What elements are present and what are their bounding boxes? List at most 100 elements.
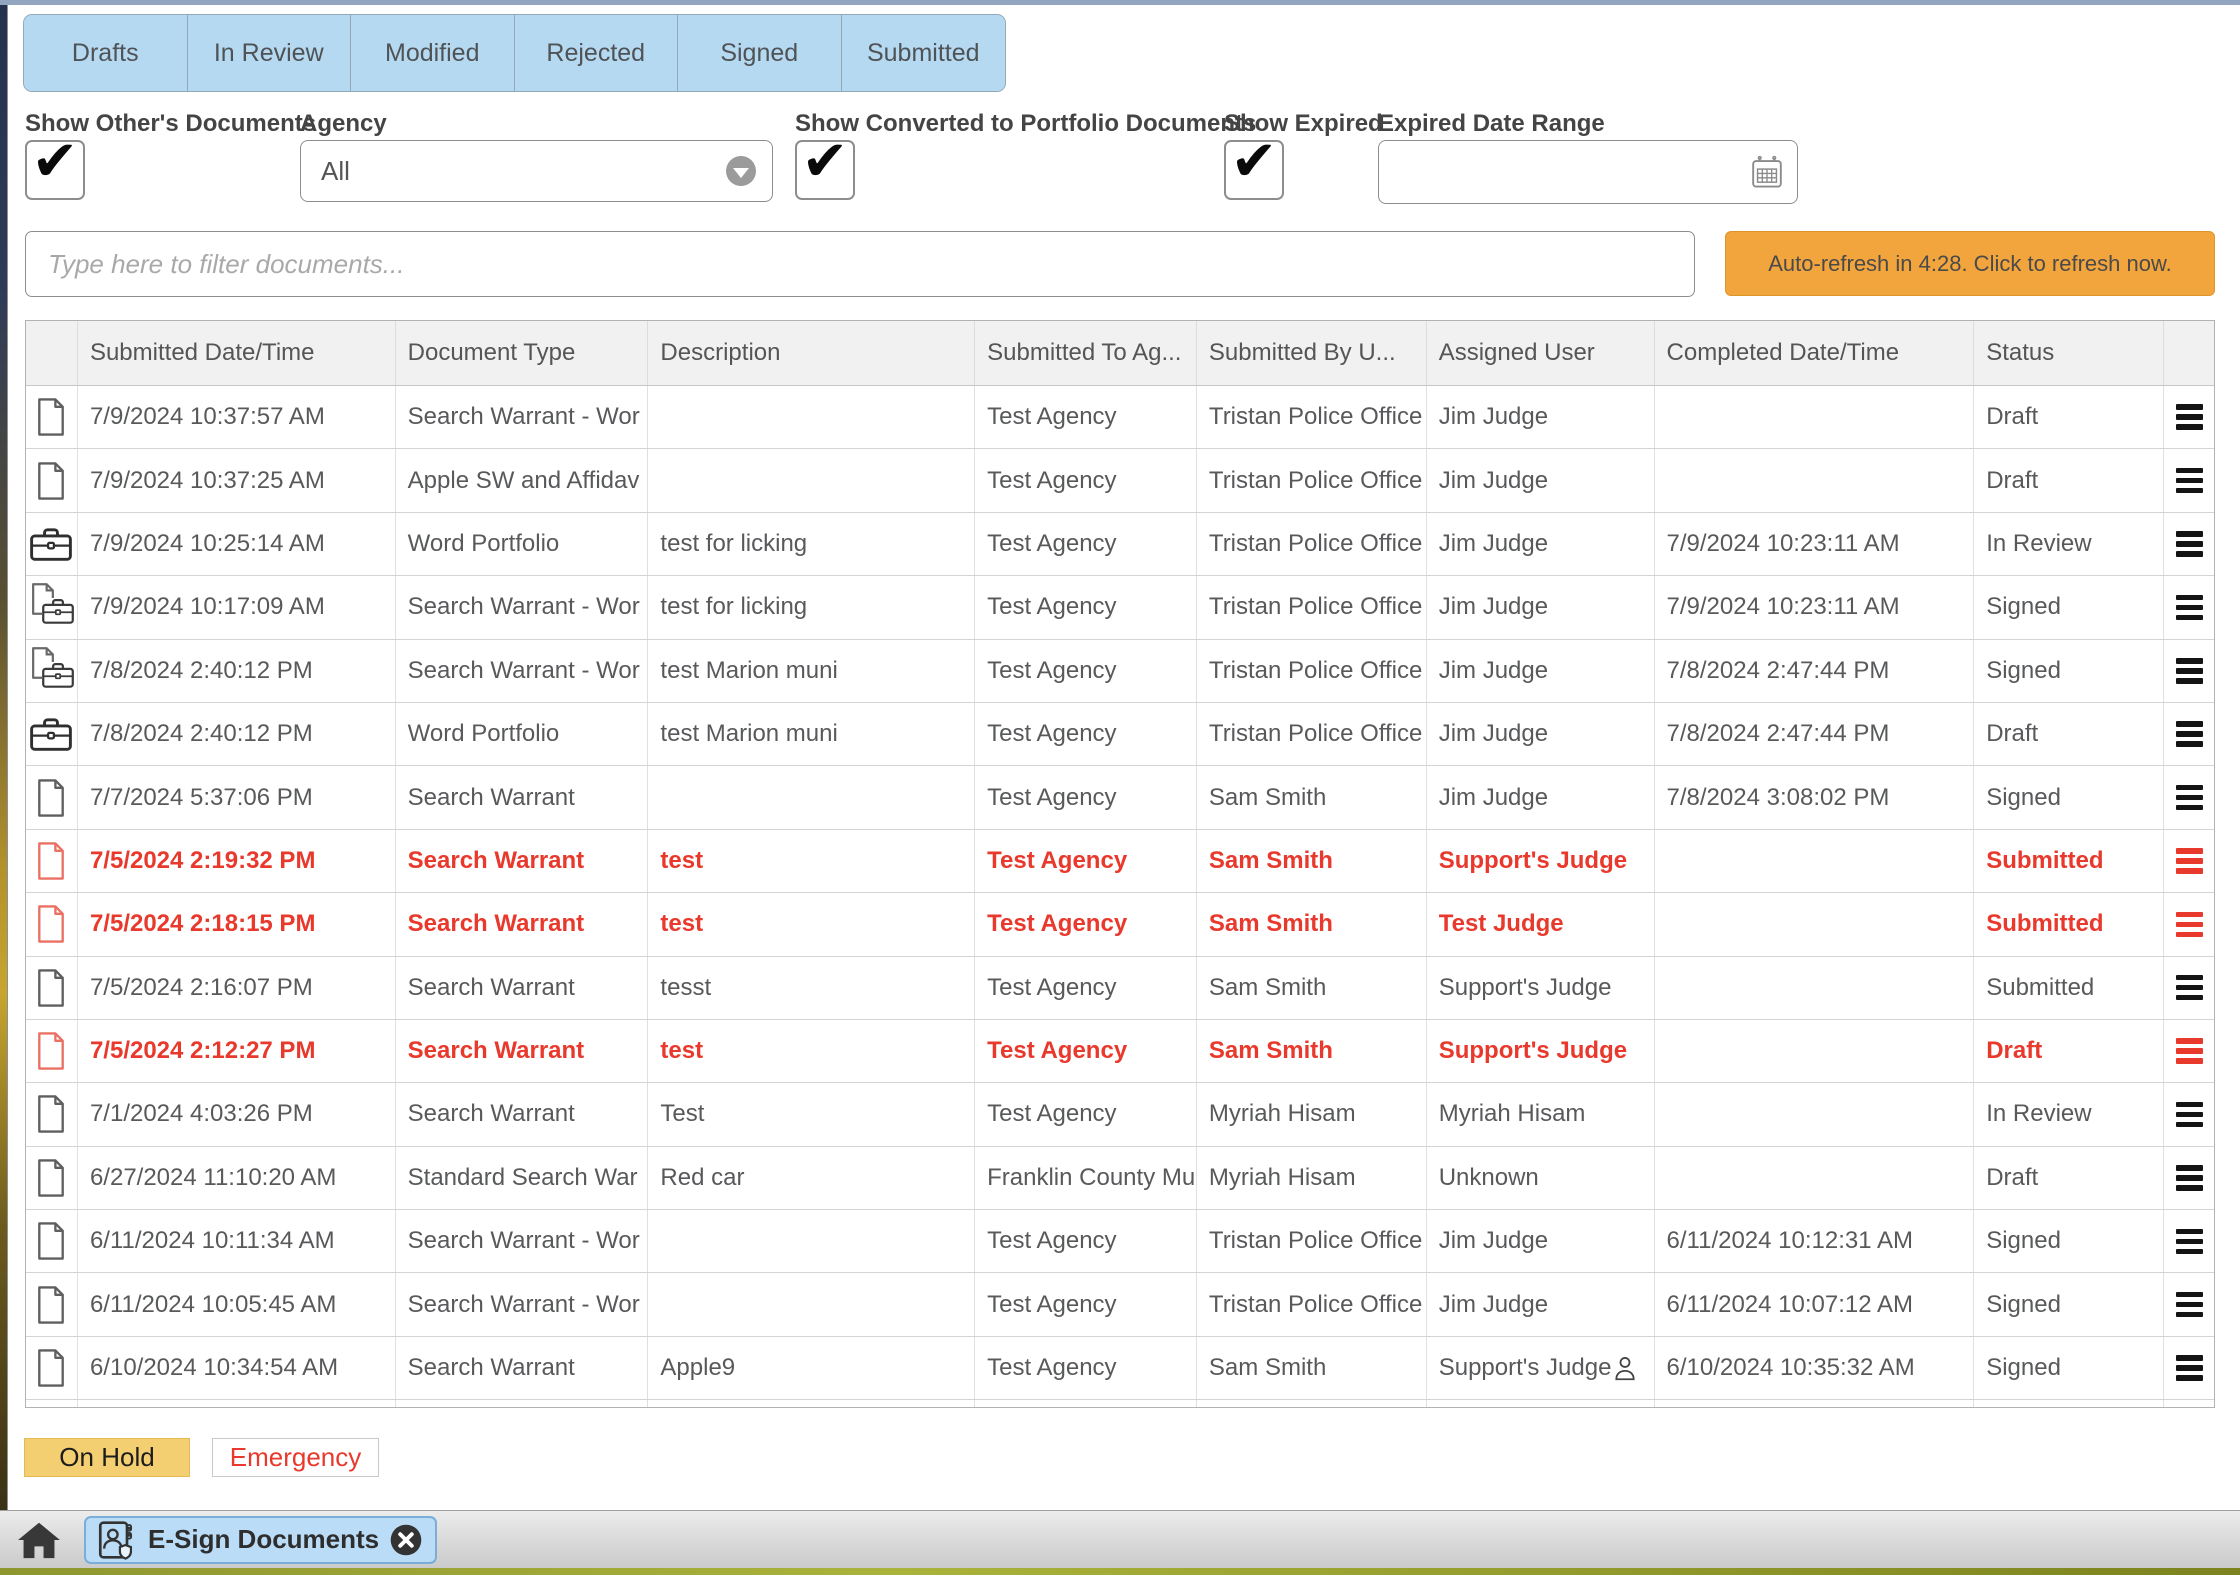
- row-menu-icon[interactable]: [2164, 386, 2214, 448]
- table-row[interactable]: 6/11/2024 10:05:45 AM Search Warrant - Wo…: [26, 1273, 2214, 1337]
- cell-status: Draft: [1974, 386, 2165, 449]
- cell-completed: [1655, 1083, 1975, 1146]
- home-button[interactable]: [16, 1520, 62, 1560]
- table-row[interactable]: 7/5/2024 2:16:07 PM Search Warrant tesst Te…: [26, 956, 2214, 1020]
- cell-completed: 7/8/2024 2:47:44 PM: [1655, 702, 1975, 766]
- document-filter-input[interactable]: [25, 231, 1695, 297]
- row-menu-icon[interactable]: [2164, 1147, 2214, 1209]
- table-row[interactable]: 6/11/2024 10:11:34 AM Search Warrant - Wo…: [26, 1210, 2214, 1274]
- table-row[interactable]: 7/9/2024 10:37:57 AM Search Warrant - Wor…: [26, 386, 2214, 450]
- show-converted-checkbox[interactable]: ✔: [795, 134, 855, 200]
- table-row[interactable]: 7/5/2024 2:19:32 PM Search Warrant test Tes…: [26, 829, 2214, 894]
- table-row[interactable]: 6/27/2024 11:10:20 AM Standard Search War…: [26, 1146, 2214, 1211]
- col-submitted[interactable]: Submitted Date/Time: [78, 321, 396, 385]
- row-menu-icon[interactable]: [2164, 1083, 2214, 1145]
- agency-select[interactable]: All: [300, 140, 773, 202]
- table-row[interactable]: 7/5/2024 2:18:15 PM Search Warrant test Tes…: [26, 893, 2214, 957]
- cell-assigned_user: Support's Judge: [1427, 1336, 1655, 1400]
- cell-description: tesst: [648, 956, 976, 1019]
- col-completed[interactable]: Completed Date/Time: [1655, 321, 1975, 385]
- table-row[interactable]: 7/1/2024 4:03:26 PM Search Warrant Test Tes…: [26, 1083, 2214, 1147]
- cell-description: test for licking: [648, 512, 976, 576]
- table-row[interactable]: 7/9/2024 10:17:09 AM Search Warrant - Wor…: [26, 576, 2214, 640]
- cell-submitted: 7/7/2024 5:37:06 PM: [78, 766, 396, 829]
- cell-status: Draft: [1974, 702, 2165, 766]
- cell-submitted_by: Tristan Police Office: [1197, 639, 1427, 702]
- document-icon: [26, 766, 78, 829]
- cell-status: Signed: [1974, 1336, 2165, 1400]
- cell-assigned_user: Jim Judge: [1427, 512, 1655, 576]
- tab-drafts[interactable]: Drafts: [24, 15, 188, 91]
- cell-doc_type: Search Warrant - Wor: [396, 576, 649, 639]
- col-menu: [2164, 321, 2214, 385]
- row-menu-icon[interactable]: [2164, 576, 2214, 638]
- col-submitted_to[interactable]: Submitted To Ag...: [975, 321, 1197, 385]
- cell-submitted_by: Tristan Police Office: [1197, 1210, 1427, 1273]
- row-menu-icon[interactable]: [2164, 640, 2214, 702]
- col-status[interactable]: Status: [1974, 321, 2165, 385]
- chevron-down-icon: [726, 156, 756, 186]
- check-icon: ✔: [801, 129, 849, 194]
- cell-completed: 6/11/2024 10:12:31 AM: [1655, 1210, 1975, 1273]
- cell-submitted: 6/11/2024 10:05:45 AM: [78, 1273, 396, 1336]
- cell-completed: 6/10/2024 10:35:32 AM: [1655, 1336, 1975, 1400]
- cell-status: Submitted: [1974, 893, 2165, 956]
- cell-submitted_by: Tristan Police Office: [1197, 702, 1427, 766]
- row-menu-icon[interactable]: [2164, 1020, 2214, 1082]
- col-doc_type[interactable]: Document Type: [396, 321, 649, 385]
- row-menu-icon[interactable]: [2164, 703, 2214, 765]
- cell-submitted: 7/5/2024 2:12:27 PM: [78, 1019, 396, 1083]
- row-menu-icon[interactable]: [2164, 830, 2214, 892]
- desktop-wallpaper-bottom-edge: [0, 1568, 2240, 1575]
- table-row[interactable]: 7/8/2024 2:40:12 PM Word Portfolio test Ma…: [26, 702, 2214, 767]
- close-icon[interactable]: [389, 1523, 423, 1557]
- table-row[interactable]: 7/9/2024 10:25:14 AM Word Portfolio test f…: [26, 512, 2214, 577]
- tab-rejected[interactable]: Rejected: [514, 15, 678, 91]
- status-tabbar: Drafts In Review Modified Rejected Signed Sub…: [23, 14, 1006, 92]
- cell-status: Draft: [1974, 449, 2165, 512]
- tab-signed[interactable]: Signed: [678, 15, 842, 91]
- show-expired-checkbox[interactable]: ✔: [1224, 134, 1284, 200]
- row-menu-icon[interactable]: [2164, 513, 2214, 575]
- cell-submitted: 7/5/2024 2:19:32 PM: [78, 829, 396, 893]
- row-menu-icon[interactable]: [2164, 893, 2214, 955]
- col-description[interactable]: Description: [648, 321, 976, 385]
- table-row[interactable]: 7/7/2024 5:37:06 PM Search Warrant Test Ag…: [26, 766, 2214, 830]
- table-row[interactable]: 6/10/2024 10:34:54 AM Search Warrant Apple…: [26, 1336, 2214, 1401]
- cell-submitted: 7/9/2024 10:37:25 AM: [78, 449, 396, 512]
- taskbar-tab-label: E-Sign Documents: [148, 1524, 380, 1554]
- row-menu-icon[interactable]: [2164, 449, 2214, 511]
- table-header: Submitted Date/Time Document Type Descript…: [26, 321, 2214, 386]
- table-row[interactable]: 7/9/2024 10:37:25 AM Apple SW and Affidav…: [26, 449, 2214, 513]
- show-converted-label: Show Converted to Portfolio Documents: [795, 110, 1257, 137]
- table-row[interactable]: 7/8/2024 2:40:12 PM Search Warrant - Wor t…: [26, 639, 2214, 703]
- esign-documents-page: Drafts In Review Modified Rejected Signed Sub…: [0, 0, 2240, 1575]
- col-submitted_by[interactable]: Submitted By U...: [1197, 321, 1427, 385]
- auto-refresh-button[interactable]: Auto-refresh in 4:28. Click to refresh n…: [1725, 231, 2215, 296]
- col-assigned_user[interactable]: Assigned User: [1427, 321, 1655, 385]
- row-menu-icon[interactable]: [2164, 957, 2214, 1019]
- cell-description: [648, 766, 976, 829]
- cell-submitted_by: Tristan Police Office: [1197, 512, 1427, 576]
- expired-date-range-input[interactable]: [1378, 140, 1798, 204]
- cell-description: test for licking: [648, 576, 976, 639]
- cell-submitted_by: Tristan Police Office: [1197, 576, 1427, 639]
- document-icon: [26, 956, 78, 1019]
- row-menu-icon[interactable]: [2164, 1210, 2214, 1272]
- tab-submitted[interactable]: Submitted: [841, 15, 1005, 91]
- cell-description: [648, 1273, 976, 1336]
- cell-status: Signed: [1974, 639, 2165, 702]
- tab-in-review[interactable]: In Review: [187, 15, 351, 91]
- row-menu-icon[interactable]: [2164, 766, 2214, 828]
- row-menu-icon[interactable]: [2164, 1273, 2214, 1335]
- taskbar-tab-esign-documents[interactable]: E-Sign Documents: [84, 1515, 438, 1564]
- cell-doc_type: Search Warrant - Wor: [396, 1210, 649, 1273]
- table-row[interactable]: 7/5/2024 2:12:27 PM Search Warrant test Tes…: [26, 1019, 2214, 1084]
- document-icon: [26, 1336, 78, 1400]
- tab-modified[interactable]: Modified: [351, 15, 515, 91]
- row-menu-icon[interactable]: [2164, 1337, 2214, 1399]
- cell-doc_type: Search Warrant - Wor: [396, 386, 649, 449]
- document-briefcase-icon: [26, 639, 78, 702]
- show-others-checkbox[interactable]: ✔: [25, 134, 85, 200]
- cell-doc_type: Search Warrant - Wor: [396, 1273, 649, 1336]
